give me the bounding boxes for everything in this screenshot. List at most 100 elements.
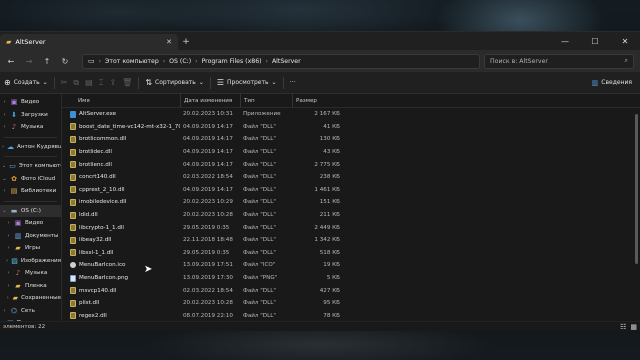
sidebar-item[interactable]: ⌄ ▭ Этот компьюте xyxy=(0,160,61,173)
table-row[interactable]: libeay32.dll 22.11.2018 18:48 Файл "DLL" 1 … xyxy=(62,234,640,247)
table-row[interactable]: AltServer.exe 20.02.2023 10:31 Приложение 2… xyxy=(62,108,640,121)
table-row[interactable]: brotlidec.dll 04.09.2019 14:17 Файл "DLL" 4… xyxy=(62,146,640,159)
share-button[interactable]: ⇪ xyxy=(109,78,116,87)
chevron-right-icon[interactable]: › xyxy=(2,144,4,150)
create-button[interactable]: ⊕ Создать ⌄ xyxy=(4,78,48,87)
sidebar-item[interactable]: › ⬇ Загрузки xyxy=(0,109,61,122)
chevron-right-icon[interactable]: › xyxy=(2,188,7,194)
sidebar-item[interactable]: › ⌬ Сеть xyxy=(0,305,61,318)
sidebar-item[interactable]: ⌄ ▬ OS (C:) xyxy=(0,204,61,217)
folder-icon: ▰ xyxy=(12,294,18,303)
sidebar-item[interactable]: › ▰ Пленка xyxy=(0,280,61,293)
view-button[interactable]: ☰ Просмотреть ⌄ xyxy=(217,78,277,87)
breadcrumb-altserver[interactable]: AltServer xyxy=(272,58,301,65)
file-name: msvcp140.dll xyxy=(79,287,117,294)
chevron-right-icon[interactable]: › xyxy=(6,258,8,264)
chevron-right-icon[interactable]: › xyxy=(6,283,11,289)
sidebar-item[interactable]: ⌄ ✿ Фото iCloud xyxy=(0,173,61,186)
chevron-right-icon[interactable]: › xyxy=(6,220,11,226)
column-name[interactable]: Имя xyxy=(70,98,180,104)
file-name: imobiledevice.dll xyxy=(79,199,127,206)
sort-button[interactable]: ⇅ Сортировать ⌄ xyxy=(145,78,204,87)
vertical-scrollbar[interactable] xyxy=(635,114,638,264)
column-date-modified[interactable]: Дата изменения xyxy=(180,93,240,108)
table-row[interactable]: msvcp140.dll 02.03.2022 18:54 Файл "DLL" 42… xyxy=(62,284,640,297)
chevron-right-icon[interactable]: › xyxy=(6,233,11,239)
table-row[interactable]: regex2.dll 08.07.2019 22:10 Файл "DLL" 78 К… xyxy=(62,310,640,322)
chevron-right-icon[interactable]: › xyxy=(2,112,7,118)
table-row[interactable]: libcrypto-1_1.dll 29.05.2019 0:35 Файл "DL… xyxy=(62,221,640,234)
tab-altserver[interactable]: ▰ AltServer ✕ xyxy=(0,34,178,50)
more-button[interactable]: ··· xyxy=(290,79,296,86)
forward-arrow-icon[interactable]: → xyxy=(22,57,36,66)
cut-button[interactable]: ✂ xyxy=(61,78,68,87)
chevron-right-icon[interactable]: › xyxy=(6,270,11,276)
breadcrumb-program-files[interactable]: Program Files (x86) xyxy=(202,58,262,65)
sidebar-item[interactable]: › ▰ Сохраненные xyxy=(0,292,61,305)
chevron-right-icon[interactable]: › xyxy=(2,308,7,314)
file-size: 78 КБ xyxy=(323,312,340,319)
chevron-right-icon[interactable]: › xyxy=(2,124,7,130)
file-type: Файл "DLL" xyxy=(243,123,276,130)
sidebar-item[interactable]: › ▨ Изображения xyxy=(0,255,61,268)
file-type: Файл "DLL" xyxy=(243,186,276,193)
new-tab-button[interactable]: + xyxy=(178,34,194,50)
maximize-button[interactable]: ☐ xyxy=(580,32,610,50)
sidebar-item[interactable]: › ▥ Документы xyxy=(0,230,61,243)
share-icon: ⇪ xyxy=(109,78,117,87)
chevron-down-icon: ⌄ xyxy=(271,79,277,86)
file-date: 04.09.2019 14:17 xyxy=(183,149,233,156)
up-arrow-icon[interactable]: ↑ xyxy=(40,57,54,66)
table-row[interactable]: boost_date_time-vc142-mt-x32-1_70.dll 04.… xyxy=(62,121,640,134)
rename-button[interactable]: ⌶ xyxy=(99,78,104,88)
table-row[interactable]: ldid.dll 20.02.2023 10:28 Файл "DLL" 211 КБ xyxy=(62,209,640,222)
sidebar-item[interactable]: › ▣ Видео xyxy=(0,96,61,109)
file-date: 08.07.2019 22:10 xyxy=(183,312,233,319)
table-row[interactable]: concrt140.dll 02.03.2022 18:54 Файл "DLL" 2… xyxy=(62,171,640,184)
close-window-button[interactable]: ✕ xyxy=(610,32,640,50)
sidebar-item[interactable]: › ▰ Игры xyxy=(0,242,61,255)
column-type[interactable]: Тип xyxy=(240,93,292,108)
sidebar-item[interactable]: › ☁ Антон Кудрявц xyxy=(0,141,61,154)
chevron-right-icon[interactable]: › xyxy=(6,295,10,301)
sidebar-item[interactable]: › ♪ Музыка xyxy=(0,121,61,134)
sidebar-item[interactable]: › ▤ Библиотеки xyxy=(0,185,61,198)
table-row[interactable]: brotlienc.dll 04.09.2019 14:17 Файл "DLL" 2… xyxy=(62,158,640,171)
file-size: 211 КБ xyxy=(319,212,340,219)
chevron-right-icon[interactable]: › xyxy=(2,99,7,105)
minimize-button[interactable]: — xyxy=(550,32,580,50)
file-name-cell: AltServer.exe xyxy=(70,110,180,118)
sidebar-item-label: Антон Кудрявц xyxy=(17,143,62,150)
table-row[interactable]: libssl-1_1.dll 29.05.2019 0:35 Файл "DLL" 5… xyxy=(62,247,640,260)
breadcrumb-this-pc[interactable]: Этот компьютер xyxy=(105,58,159,65)
nav-divider xyxy=(4,199,57,202)
chevron-right-icon[interactable]: › xyxy=(6,245,11,251)
chevron-right-icon[interactable]: ⌄ xyxy=(2,163,6,169)
details-view-icon[interactable]: ☷ xyxy=(620,323,626,331)
table-row[interactable]: brotlicommon.dll 04.09.2019 14:17 Файл "DL… xyxy=(62,133,640,146)
breadcrumb-drive-c[interactable]: OS (C:) xyxy=(169,58,191,65)
dll-file-icon xyxy=(70,198,76,206)
table-row[interactable]: cpprest_2_10.dll 04.09.2019 14:17 Файл "DL… xyxy=(62,184,640,197)
breadcrumb[interactable]: ▭ › Этот компьютер › OS (C:) › Program F… xyxy=(82,53,480,69)
refresh-icon[interactable]: ↻ xyxy=(58,57,72,66)
sidebar-item[interactable]: › ▣ Видео xyxy=(0,217,61,230)
search-input[interactable]: Поиск в: AltServer ⌕ xyxy=(484,53,634,69)
tab-title: AltServer xyxy=(15,38,46,46)
chevron-right-icon[interactable]: ⌄ xyxy=(2,176,7,182)
file-type: Файл "DLL" xyxy=(243,136,276,143)
tiles-view-icon[interactable]: ▦ xyxy=(630,323,637,331)
table-row[interactable]: plist.dll 20.02.2023 10:28 Файл "DLL" 95 КБ xyxy=(62,297,640,310)
column-size[interactable]: Размер xyxy=(292,93,344,108)
sidebar-item[interactable]: › ♪ Музыка xyxy=(0,267,61,280)
delete-button[interactable]: 🗑 xyxy=(122,78,132,87)
file-type: Файл "ICO" xyxy=(243,262,276,269)
table-row[interactable]: imobiledevice.dll 20.02.2023 10:29 Файл "D… xyxy=(62,196,640,209)
back-arrow-icon[interactable]: ← xyxy=(4,57,18,66)
copy-button[interactable]: ⧉ xyxy=(73,78,79,88)
details-button[interactable]: ▥ Сведения xyxy=(592,79,632,87)
close-tab-icon[interactable]: ✕ xyxy=(166,38,172,46)
chevron-right-icon[interactable]: ⌄ xyxy=(2,208,7,214)
paste-button[interactable]: ▤ xyxy=(85,78,93,87)
sidebar-item-label: Библиотеки xyxy=(21,188,57,195)
